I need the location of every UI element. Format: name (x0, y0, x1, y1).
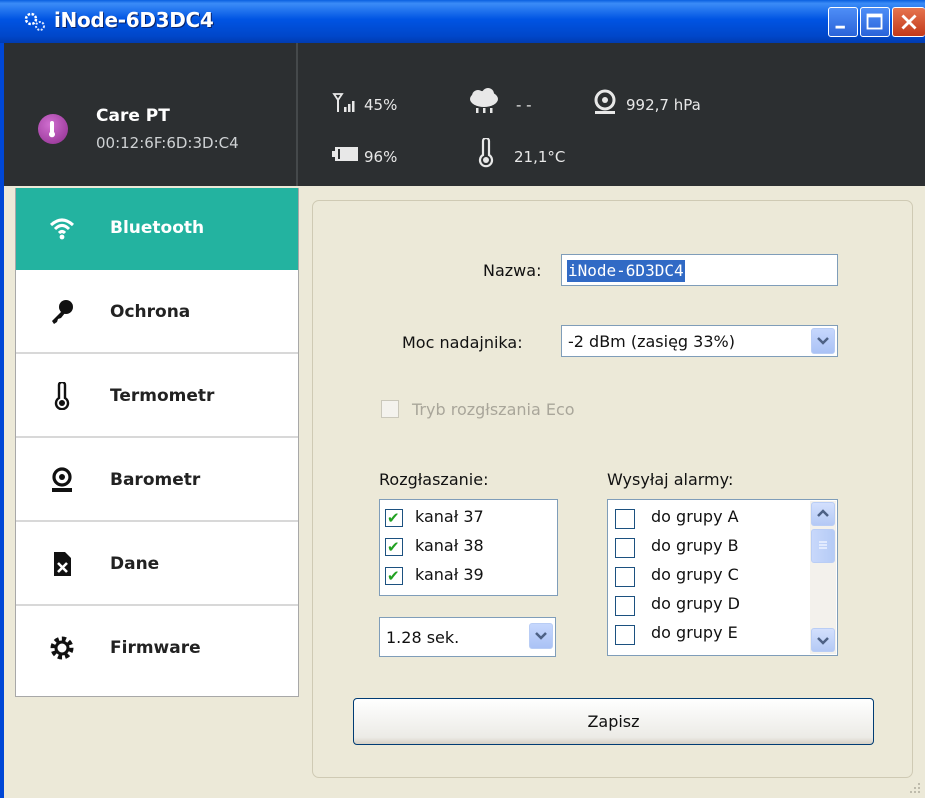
eco-mode-checkbox[interactable] (381, 400, 399, 418)
alarm-group-d-checkbox[interactable] (615, 596, 635, 616)
transmit-power-label: Moc nadajnika: (402, 333, 523, 352)
sidebar: Bluetooth Ochrona Termometr Barometr Dan… (15, 188, 299, 697)
channel-list: ✔ kanał 37 ✔ kanał 38 ✔ kanał 39 (379, 499, 558, 596)
alarm-group-label: do grupy A (651, 507, 739, 526)
chevron-down-icon (535, 632, 547, 640)
chevron-up-icon (817, 509, 829, 517)
transmit-power-select[interactable]: -2 dBm (zasięg 33%) (561, 325, 838, 357)
weather-cloud-icon (470, 88, 498, 113)
broadcast-interval-value: 1.28 sek. (386, 628, 460, 647)
wifi-icon (49, 218, 75, 240)
save-button[interactable]: Zapisz (353, 698, 874, 745)
alarms-label: Wysyłaj alarmy: (607, 470, 734, 489)
save-button-label: Zapisz (587, 712, 640, 731)
scroll-down-button[interactable] (811, 628, 835, 652)
minimize-button[interactable] (828, 7, 858, 37)
alarm-group-e-checkbox[interactable] (615, 625, 635, 645)
battery-icon (332, 147, 358, 161)
eco-mode-label: Tryb rozgłszania Eco (412, 400, 575, 419)
channel-37-label: kanał 37 (415, 507, 484, 526)
sidebar-item-label: Firmware (110, 638, 201, 658)
thermometer-icon (54, 382, 70, 410)
alarm-group-label: do grupy C (651, 565, 739, 584)
close-icon (901, 14, 917, 30)
channel-38-checkbox[interactable]: ✔ (385, 538, 403, 556)
device-icon (49, 121, 55, 138)
key-icon (52, 300, 73, 324)
alarm-group-a-checkbox[interactable] (615, 509, 635, 529)
sidebar-item-label: Termometr (110, 386, 215, 406)
sidebar-item-dane[interactable]: Dane (16, 524, 298, 606)
sidebar-item-bluetooth[interactable]: Bluetooth (16, 188, 298, 270)
app-gears-icon (22, 9, 48, 35)
transmit-power-value: -2 dBm (zasięg 33%) (568, 332, 735, 351)
signal-strength: 45% (364, 96, 398, 114)
channel-38-label: kanał 38 (415, 536, 484, 555)
dropdown-arrow-button[interactable] (811, 328, 835, 354)
broadcast-interval-select[interactable]: 1.28 sek. (379, 617, 556, 657)
battery-level: 96% (364, 148, 398, 166)
channel-39-label: kanał 39 (415, 565, 484, 584)
close-button[interactable] (892, 7, 925, 37)
chevron-down-icon (817, 337, 829, 345)
pressure-value: 992,7 hPa (626, 96, 701, 114)
sidebar-item-barometr[interactable]: Barometr (16, 440, 298, 522)
thermometer-header-icon (478, 138, 494, 168)
maximize-icon (866, 13, 883, 30)
alarm-group-label: do grupy E (651, 623, 738, 642)
sidebar-item-termometr[interactable]: Termometr (16, 356, 298, 438)
header-divider (296, 43, 298, 186)
scroll-up-button[interactable] (811, 502, 835, 526)
chevron-down-icon (817, 637, 829, 645)
device-avatar (38, 114, 68, 144)
resize-grip-icon[interactable] (909, 782, 921, 794)
temperature-value: 21,1°C (514, 148, 566, 166)
title-bar[interactable]: iNode-6D3DC4 (0, 0, 925, 43)
sidebar-item-label: Ochrona (110, 302, 191, 322)
barometer-header-icon (594, 89, 616, 114)
alarm-list-scrollbar[interactable] (810, 501, 836, 654)
alarm-group-c-checkbox[interactable] (615, 567, 635, 587)
sidebar-item-label: Dane (110, 554, 160, 574)
bluetooth-settings-panel (312, 200, 913, 778)
broadcast-label: Rozgłaszanie: (379, 470, 489, 489)
scrollbar-thumb[interactable] (811, 529, 835, 563)
maximize-button[interactable] (860, 7, 890, 37)
channel-39-checkbox[interactable]: ✔ (385, 567, 403, 585)
sidebar-item-label: Barometr (110, 470, 201, 490)
alarm-group-b-checkbox[interactable] (615, 538, 635, 558)
device-name: Care PT (96, 106, 170, 126)
alarm-group-label: do grupy B (651, 536, 739, 555)
name-input-value: iNode-6D3DC4 (567, 260, 685, 282)
app-window: iNode-6D3DC4 Care PT 00:12:6F:6D:3D:C4 4… (0, 0, 925, 798)
data-file-icon (54, 552, 71, 576)
sidebar-item-label: Bluetooth (110, 218, 205, 238)
alarm-group-list: do grupy A do grupy B do grupy C do grup… (607, 499, 838, 656)
alarm-group-label: do grupy D (651, 594, 740, 613)
window-title: iNode-6D3DC4 (54, 8, 214, 32)
grip-lines-icon (819, 541, 827, 549)
barometer-icon (52, 467, 72, 492)
channel-37-checkbox[interactable]: ✔ (385, 509, 403, 527)
sidebar-item-firmware[interactable]: Firmware (16, 608, 298, 690)
gear-icon (50, 636, 74, 660)
name-input[interactable]: iNode-6D3DC4 (561, 254, 838, 286)
sidebar-item-ochrona[interactable]: Ochrona (16, 272, 298, 354)
device-mac-address: 00:12:6F:6D:3D:C4 (96, 134, 239, 152)
signal-icon (332, 93, 355, 112)
minimize-icon (835, 25, 845, 29)
weather-value: - - (516, 96, 532, 114)
dropdown-arrow-button[interactable] (529, 623, 553, 649)
name-label: Nazwa: (483, 261, 542, 280)
